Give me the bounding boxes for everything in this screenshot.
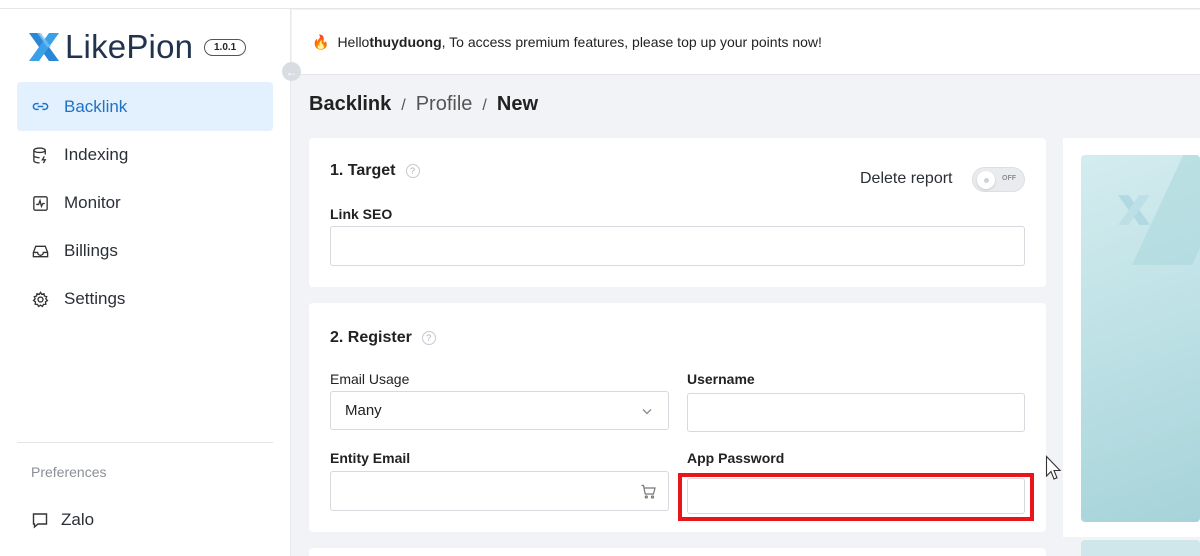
chat-icon [32, 513, 48, 529]
breadcrumb-separator: / [482, 97, 487, 114]
fire-icon: 🔥 [312, 33, 330, 50]
sidebar-item-label: Backlink [64, 96, 128, 116]
app-password-label: App Password [687, 450, 785, 466]
next-card [309, 548, 1046, 556]
target-title: 1. Target ? [330, 162, 420, 180]
top-border [0, 0, 1200, 9]
monitor-icon [30, 193, 50, 213]
chevron-down-icon [642, 409, 652, 415]
likepion-logo-icon [29, 33, 59, 61]
sidebar-item-label: Settings [64, 289, 126, 308]
likepion-logo-icon [1118, 195, 1150, 225]
app-logo[interactable]: LikePion [27, 28, 194, 65]
entity-email-input[interactable] [330, 471, 669, 511]
sidebar-item-billings[interactable]: Billings [17, 227, 273, 275]
sidebar-item-backlink[interactable]: Backlink [17, 82, 273, 131]
username-label: Username [687, 371, 755, 387]
app-name: LikePion [65, 28, 194, 65]
preferences-label: Preferences [31, 464, 107, 480]
gear-icon [30, 289, 50, 309]
version-badge: 1.0.1 [204, 39, 247, 56]
sidebar-item-zalo[interactable]: Zalo [31, 510, 94, 530]
target-title-text: 1. Target [330, 162, 396, 179]
delete-report-label: Delete report [860, 170, 953, 187]
inbox-icon [30, 241, 50, 261]
arrow-left-icon: ← [285, 64, 298, 79]
collapse-sidebar-button[interactable]: ← [282, 62, 301, 81]
email-usage-value: Many [345, 402, 382, 419]
breadcrumb-profile[interactable]: Profile [416, 93, 473, 116]
sidebar-item-label: Billings [64, 241, 118, 260]
email-usage-select[interactable]: Many [330, 391, 669, 430]
sidebar-nav: Backlink Indexing Monitor Billings Setti… [17, 82, 273, 323]
email-usage-label: Email Usage [330, 371, 410, 387]
banner-username: thuyduong [369, 34, 442, 50]
link-seo-label: Link SEO [330, 206, 393, 222]
sidebar-divider [17, 442, 273, 443]
entity-email-label: Entity Email [330, 450, 411, 466]
sidebar-item-monitor[interactable]: Monitor [17, 179, 273, 227]
toggle-state-label: OFF [1002, 175, 1016, 182]
help-icon[interactable]: ? [421, 331, 436, 345]
sidebar-item-settings[interactable]: Settings [17, 275, 273, 323]
sidebar-item-indexing[interactable]: Indexing [17, 131, 273, 179]
zalo-label: Zalo [61, 510, 95, 529]
mouse-cursor-icon [1045, 455, 1062, 480]
banner-hello: Hello [337, 34, 370, 50]
breadcrumb: Backlink / Profile / New [309, 93, 538, 116]
cart-icon[interactable] [640, 483, 657, 500]
link-seo-input[interactable] [330, 226, 1025, 266]
promo-banner[interactable] [1081, 155, 1200, 522]
app-password-highlight [678, 473, 1034, 521]
toggle-knob [977, 171, 995, 189]
username-input[interactable] [687, 393, 1025, 432]
sidebar-item-label: Monitor [64, 193, 121, 212]
breadcrumb-separator: / [401, 97, 406, 114]
sidebar-item-label: Indexing [64, 145, 129, 164]
breadcrumb-new: New [496, 93, 538, 115]
database-icon [30, 145, 50, 165]
delete-report-toggle[interactable]: OFF [972, 167, 1025, 192]
help-icon[interactable]: ? [405, 164, 420, 178]
banner-message: , To access premium features, please top… [441, 34, 822, 50]
breadcrumb-backlink[interactable]: Backlink [309, 93, 391, 116]
register-title: 2. Register ? [330, 329, 436, 347]
promo-banner-secondary[interactable] [1081, 540, 1200, 556]
sidebar: LikePion 1.0.1 Backlink Indexing Monitor [0, 9, 291, 556]
link-icon [30, 97, 50, 117]
register-title-text: 2. Register [330, 329, 412, 346]
top-banner: 🔥 Hello thuyduong, To access premium fea… [292, 10, 1200, 75]
